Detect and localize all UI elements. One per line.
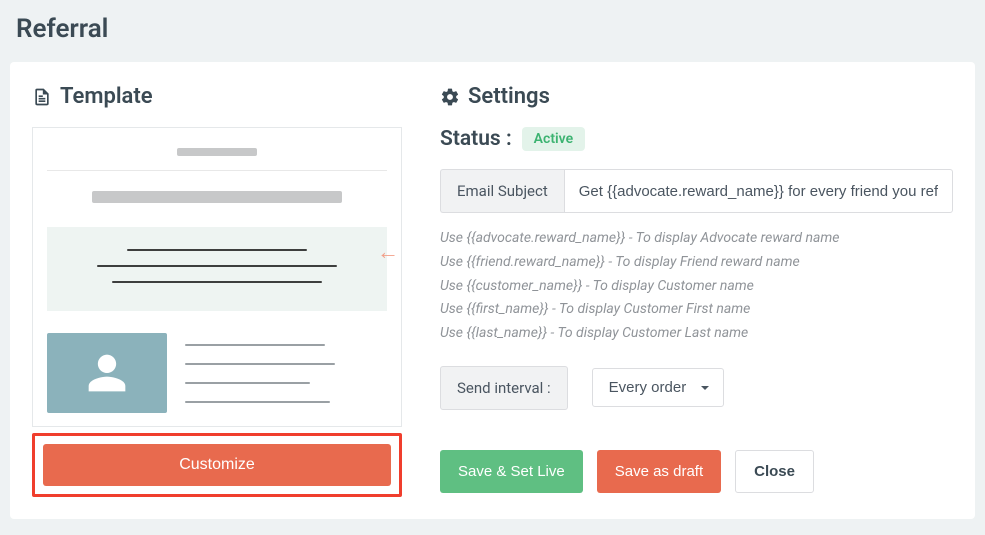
preview-body-box [47,227,387,311]
action-buttons: Save & Set Live Save as draft Close [440,450,953,493]
customize-button[interactable]: Customize [43,444,391,486]
preview-placeholder [92,191,342,203]
save-set-live-button[interactable]: Save & Set Live [440,450,583,493]
save-draft-button[interactable]: Save as draft [597,450,721,493]
email-subject-input[interactable] [564,169,953,213]
preview-placeholder [47,170,387,171]
preview-placeholder [127,249,307,251]
page-title: Referral [0,0,985,62]
customize-highlight: Customize [32,433,402,497]
settings-heading-text: Settings [468,84,550,109]
preview-placeholder [97,265,337,267]
send-interval-row: Send interval : Every order [440,366,953,410]
hints-block: Use {{advocate.reward_name}} - To displa… [440,227,953,346]
send-interval-select[interactable]: Every order [592,368,724,407]
status-badge: Active [522,127,585,151]
send-interval-label: Send interval : [440,366,568,410]
preview-placeholder [185,401,330,403]
preview-list [185,333,387,413]
preview-placeholder [177,148,257,156]
person-icon [85,351,129,395]
main-card: Template ← [10,62,975,519]
preview-placeholder [112,281,322,283]
document-icon [32,87,52,107]
arrow-left-icon: ← [377,242,399,264]
status-label: Status : [440,127,512,151]
gear-icon [440,87,460,107]
email-subject-label: Email Subject [440,169,564,213]
hint-text: Use {{friend.reward_name}} - To display … [440,251,953,275]
preview-placeholder [185,363,335,365]
hint-text: Use {{customer_name}} - To display Custo… [440,275,953,299]
hint-text: Use {{advocate.reward_name}} - To displa… [440,227,953,251]
email-subject-group: Email Subject [440,169,953,213]
template-heading: Template [32,84,402,109]
status-row: Status : Active [440,127,953,151]
close-button[interactable]: Close [735,450,814,493]
hint-text: Use {{last_name}} - To display Customer … [440,322,953,346]
avatar-card [47,333,167,413]
settings-heading: Settings [440,84,953,109]
hint-text: Use {{first_name}} - To display Customer… [440,298,953,322]
preview-bottom-row [47,333,387,413]
template-preview: ← [32,127,402,427]
template-heading-text: Template [60,84,153,109]
template-column: Template ← [32,84,402,497]
preview-placeholder [185,344,325,346]
preview-placeholder [185,382,310,384]
settings-column: Settings Status : Active Email Subject U… [440,84,953,497]
